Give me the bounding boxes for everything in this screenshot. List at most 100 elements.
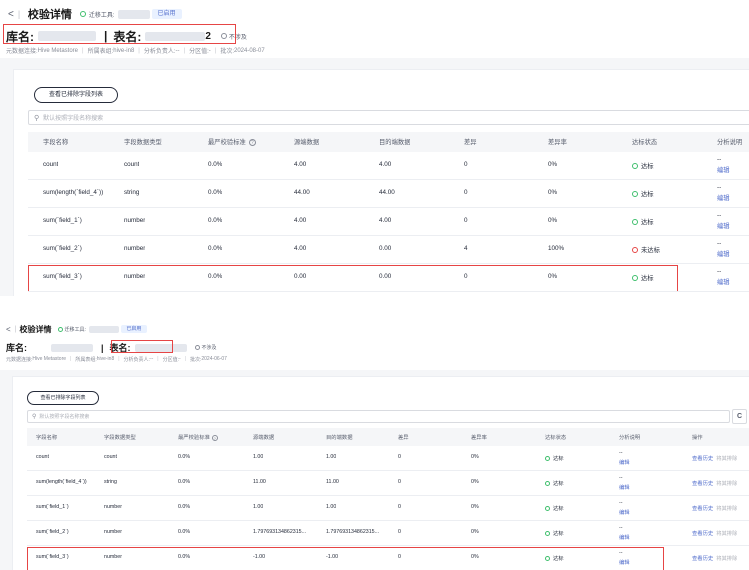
column-header: 字段名称: [36, 435, 58, 441]
metadata-row: 元数据连接: Hive Metastore | 所属表组: hive-in8 |…: [6, 46, 265, 56]
column-header: 差异: [398, 435, 409, 441]
help-icon[interactable]: ?: [248, 138, 256, 146]
header-row: < | 校验详情 迁移工具: 已启用: [8, 7, 182, 21]
table-group-value: hive-in8: [96, 356, 115, 362]
row-divider: [27, 520, 749, 521]
table-cell-standard: 0.0%: [178, 529, 191, 535]
divider: |: [101, 342, 104, 353]
status-cell: 达标: [632, 217, 654, 226]
exclude-link[interactable]: 将其排除: [716, 556, 737, 562]
status-cell: 达标: [545, 504, 564, 512]
table-cell-rate: 0%: [548, 217, 558, 224]
table-cell-standard: 0.0%: [178, 554, 191, 560]
table-cell-type: number: [124, 217, 146, 224]
edit-link[interactable]: 编辑: [619, 558, 630, 566]
view-history-link[interactable]: 查看历史: [692, 531, 713, 537]
table-group-label: 所属表组:: [87, 49, 114, 55]
edit-link[interactable]: 编辑: [619, 458, 630, 466]
row-divider: [28, 207, 749, 208]
table-cell-dst: 4.00: [379, 217, 392, 224]
refresh-icon[interactable]: C: [732, 409, 747, 424]
column-header: 目的端数据: [326, 435, 353, 441]
view-excluded-button[interactable]: 查看已排除字段列表: [34, 87, 118, 103]
help-icon[interactable]: ?: [211, 434, 218, 441]
check-circle-icon: [545, 481, 550, 487]
status-cell: 达标: [632, 273, 654, 282]
back-icon[interactable]: <: [8, 9, 14, 20]
table-group-label: 所属表组:: [75, 356, 97, 363]
owner-label: 分析负责人:: [123, 356, 150, 363]
partition-label: 分区值:: [189, 49, 209, 55]
edit-link[interactable]: 编辑: [717, 193, 730, 202]
exclude-link[interactable]: 将其排除: [716, 506, 737, 512]
exclude-link[interactable]: 将其排除: [716, 481, 737, 487]
exclude-link[interactable]: 将其排除: [716, 531, 737, 537]
page-title: 校验详情: [27, 9, 72, 21]
search-input[interactable]: ⚲ 默认按照字段名称搜索: [27, 410, 730, 423]
table-cell-type: string: [104, 479, 117, 485]
partition-status-icon: [194, 345, 200, 350]
table-cell-src: 1.00: [253, 454, 264, 460]
table-cell-dst: 4.00: [379, 161, 392, 168]
table-cell-name: count: [43, 161, 59, 168]
edit-link[interactable]: 编辑: [717, 249, 730, 258]
table-cell-diff: 0: [398, 479, 401, 485]
table-cell-name: sum(`field_3`): [43, 273, 82, 280]
column-header: 差异: [464, 139, 477, 146]
table-cell-diff: 0: [464, 161, 468, 168]
owner-label: 分析负责人:: [143, 49, 176, 55]
table-cell-dst: 1.00: [326, 504, 337, 510]
table-cell-type: number: [124, 245, 146, 252]
column-header: 达标状态: [545, 435, 567, 441]
column-header-text: 最严校验标准: [178, 435, 210, 441]
batch-label: 批次:: [189, 356, 202, 363]
exclude-link[interactable]: 将其排除: [716, 456, 737, 462]
edit-link[interactable]: 编辑: [717, 277, 730, 286]
edit-link[interactable]: 编辑: [619, 483, 630, 491]
row-divider: [28, 291, 749, 292]
view-history-link[interactable]: 查看历史: [692, 456, 713, 462]
table-cell-diff: 4: [464, 245, 468, 252]
search-icon: ⚲: [32, 414, 37, 420]
table-cell-standard: 0.0%: [178, 504, 191, 510]
edit-link[interactable]: 编辑: [619, 533, 630, 541]
check-circle-icon: [545, 456, 550, 462]
note-empty: --: [717, 268, 722, 275]
search-input[interactable]: ⚲ 默认按照字段名称搜索: [28, 110, 749, 125]
table-cell-rate: 100%: [548, 245, 565, 252]
view-excluded-button[interactable]: 查看已排除字段列表: [27, 391, 99, 405]
operations-cell: 查看历史 将其排除: [692, 554, 737, 562]
table-cell-rate: 0%: [548, 273, 558, 280]
metadata-row: 元数据连接: Hive Metastore | 所属表组: hive-in8 |…: [6, 355, 227, 363]
status-tag: 已启用: [151, 9, 182, 19]
error-circle-icon: [632, 247, 638, 254]
masked-db-name: [51, 343, 93, 352]
column-header: 分析说明: [619, 435, 641, 441]
screenshot-panel-2: < | 校验详情 迁移工具: 已启用 库名: | 表名: 不涉及 元数据连接: …: [0, 318, 749, 570]
check-circle-icon: [545, 531, 550, 537]
back-icon[interactable]: <: [6, 325, 11, 334]
status-text: 达标: [553, 531, 564, 537]
partition-value: -: [208, 47, 211, 54]
table-cell-type: number: [104, 554, 122, 560]
table-cell-name: sum(`field_1`): [43, 217, 82, 224]
view-history-link[interactable]: 查看历史: [692, 481, 713, 487]
table-cell-src: 44.00: [294, 189, 310, 196]
operations-cell: 查看历史 将其排除: [692, 504, 737, 512]
edit-link[interactable]: 编辑: [717, 165, 730, 174]
partition-label: 分区值:: [162, 356, 179, 363]
table-cell-diff: 0: [398, 454, 401, 460]
column-header-text: 最严校验标准: [208, 139, 246, 146]
operations-cell: 查看历史 将其排除: [692, 529, 737, 537]
highlight-box: [27, 547, 664, 570]
view-history-link[interactable]: 查看历史: [692, 556, 713, 562]
view-history-link[interactable]: 查看历史: [692, 506, 713, 512]
edit-link[interactable]: 编辑: [717, 221, 730, 230]
table-cell-dst: 0.00: [379, 245, 392, 252]
column-header: 差异率: [548, 139, 567, 146]
table-cell-diff: 0: [398, 529, 401, 535]
search-placeholder: 默认按照字段名称搜索: [39, 414, 90, 420]
edit-link[interactable]: 编辑: [619, 508, 630, 516]
check-circle-icon: [632, 163, 638, 170]
metadata-conn-value: Hive Metastore: [37, 47, 79, 54]
